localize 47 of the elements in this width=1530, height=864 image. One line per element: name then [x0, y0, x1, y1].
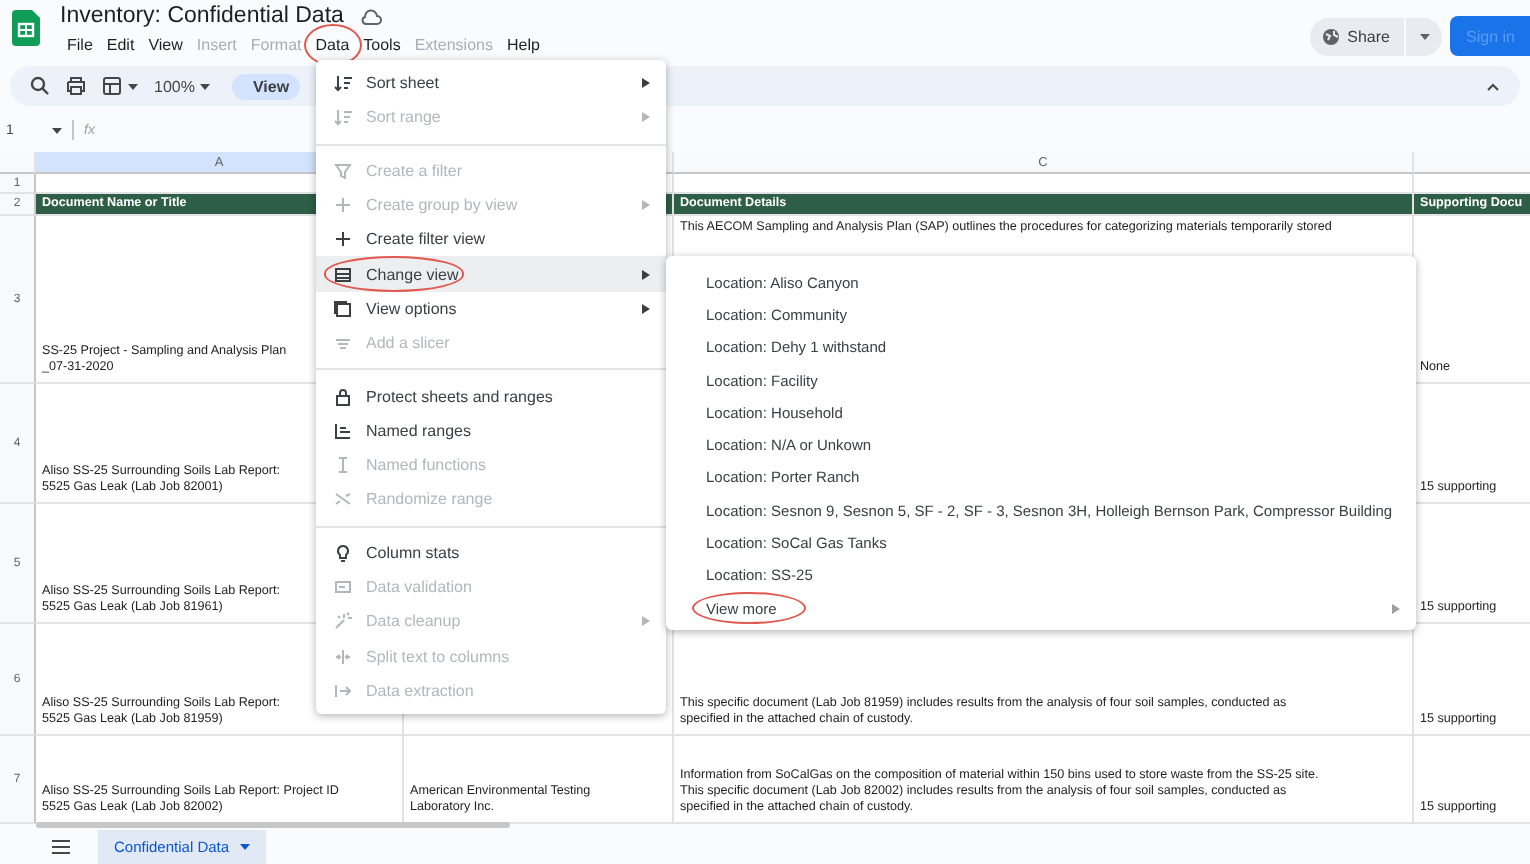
- menu-item-icon: [334, 334, 352, 353]
- menu-bar-item[interactable]: File: [60, 32, 100, 58]
- print-icon[interactable]: [66, 76, 86, 96]
- menu-item[interactable]: Sort sheet: [316, 66, 666, 101]
- view-mode-chip[interactable]: View: [232, 73, 301, 99]
- menu-item-icon: [334, 612, 352, 631]
- menu-item-icon: [334, 578, 352, 596]
- caret-icon[interactable]: [52, 127, 62, 133]
- globe-icon: [1321, 27, 1340, 45]
- caret-icon[interactable]: [128, 83, 138, 89]
- menu-item[interactable]: Create filter view: [316, 222, 666, 257]
- menu-icon[interactable]: [52, 840, 70, 854]
- caret-icon[interactable]: [239, 844, 250, 850]
- menu-item[interactable]: View options: [316, 291, 666, 327]
- zoom-level[interactable]: 100%: [154, 77, 195, 95]
- sheets-logo-icon[interactable]: [12, 10, 40, 46]
- share-button[interactable]: Share: [1309, 17, 1442, 55]
- menu-item-icon: [334, 230, 352, 249]
- menu-item-icon: [334, 265, 352, 284]
- document-title[interactable]: Inventory: Confidential Data: [60, 4, 344, 30]
- search-icon[interactable]: [30, 76, 50, 96]
- menu-bar-item[interactable]: View: [141, 32, 190, 58]
- menu-item[interactable]: Column stats: [316, 535, 666, 570]
- caret-icon[interactable]: [1420, 33, 1430, 39]
- menu-item-icon: [334, 299, 352, 318]
- format-icon[interactable]: [102, 76, 122, 96]
- menu-item-icon: [334, 681, 352, 700]
- menu-item-icon: [334, 456, 352, 475]
- menu-item-icon: [334, 421, 352, 440]
- menu-item-icon: [334, 387, 352, 406]
- menu-item-icon: [334, 490, 352, 509]
- menu-bar-item[interactable]: Tools: [356, 32, 408, 58]
- menu-item-icon: [334, 196, 352, 215]
- menu-item[interactable]: Named ranges: [316, 413, 666, 448]
- menu-item-icon: [334, 647, 352, 666]
- collapse-icon[interactable]: [1486, 81, 1500, 91]
- menu-item[interactable]: Change view: [316, 256, 666, 292]
- menu-item[interactable]: Protect sheets and ranges: [316, 378, 666, 414]
- menu-item-icon: [334, 543, 352, 562]
- cloud-icon[interactable]: [359, 8, 382, 26]
- menu-bar-item[interactable]: Help: [499, 32, 547, 58]
- menu-item-icon: [334, 161, 352, 180]
- menu-bar-item[interactable]: Edit: [99, 32, 142, 58]
- menu-item-icon: [334, 74, 352, 93]
- caret-icon[interactable]: [200, 83, 211, 89]
- menu-item-icon: [334, 108, 352, 127]
- scrollbar-thumb[interactable]: [36, 822, 510, 828]
